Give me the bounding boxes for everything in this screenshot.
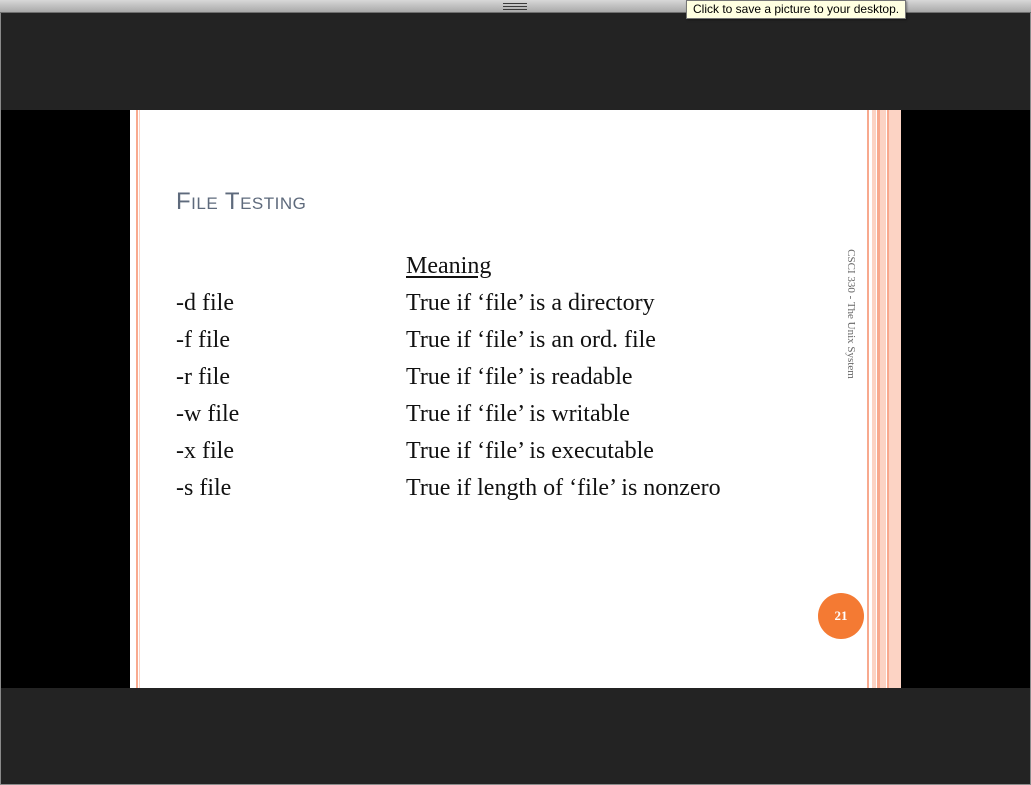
- page-number-badge: 21: [818, 593, 864, 639]
- save-picture-tooltip: Click to save a picture to your desktop.: [686, 0, 907, 19]
- right-stripe: [867, 110, 869, 688]
- table-row: -r file True if ‘file’ is readable: [176, 359, 721, 396]
- viewer-top-area: [1, 13, 1030, 110]
- slide-title: File Testing: [176, 188, 307, 215]
- operator-cell: -r file: [176, 364, 230, 390]
- slide-image[interactable]: File Testing Meaning -d file True if ‘fil…: [130, 110, 901, 688]
- file-test-table: Meaning -d file True if ‘file’ is a direc…: [176, 248, 721, 507]
- right-stripe: [880, 110, 886, 688]
- resize-grip-icon[interactable]: [503, 3, 527, 10]
- meaning-cell: True if ‘file’ is a directory: [406, 290, 655, 316]
- left-stripe: [136, 110, 138, 688]
- meaning-cell: True if length of ‘file’ is nonzero: [406, 475, 721, 501]
- operator-cell: -x file: [176, 438, 234, 464]
- left-stripe: [139, 110, 140, 688]
- table-row: -d file True if ‘file’ is a directory: [176, 285, 721, 322]
- operator-cell: -d file: [176, 290, 234, 316]
- table-header-row: Meaning: [176, 248, 721, 285]
- meaning-header: Meaning: [406, 253, 492, 279]
- operator-cell: -f file: [176, 327, 230, 353]
- right-stripe: [872, 110, 876, 688]
- viewer-bottom-area: [1, 688, 1030, 784]
- meaning-cell: True if ‘file’ is writable: [406, 401, 630, 427]
- meaning-cell: True if ‘file’ is an ord. file: [406, 327, 656, 353]
- right-stripe: [889, 110, 901, 688]
- operator-cell: -w file: [176, 401, 240, 427]
- meaning-cell: True if ‘file’ is executable: [406, 438, 654, 464]
- table-row: -f file True if ‘file’ is an ord. file: [176, 322, 721, 359]
- table-row: -w file True if ‘file’ is writable: [176, 396, 721, 433]
- operator-cell: -s file: [176, 475, 232, 501]
- table-row: -s file True if length of ‘file’ is nonze…: [176, 470, 721, 507]
- course-side-label-text: CSCI 330 - The Unix System: [845, 249, 857, 379]
- meaning-cell: True if ‘file’ is readable: [406, 364, 633, 390]
- table-row: -x file True if ‘file’ is executable: [176, 433, 721, 470]
